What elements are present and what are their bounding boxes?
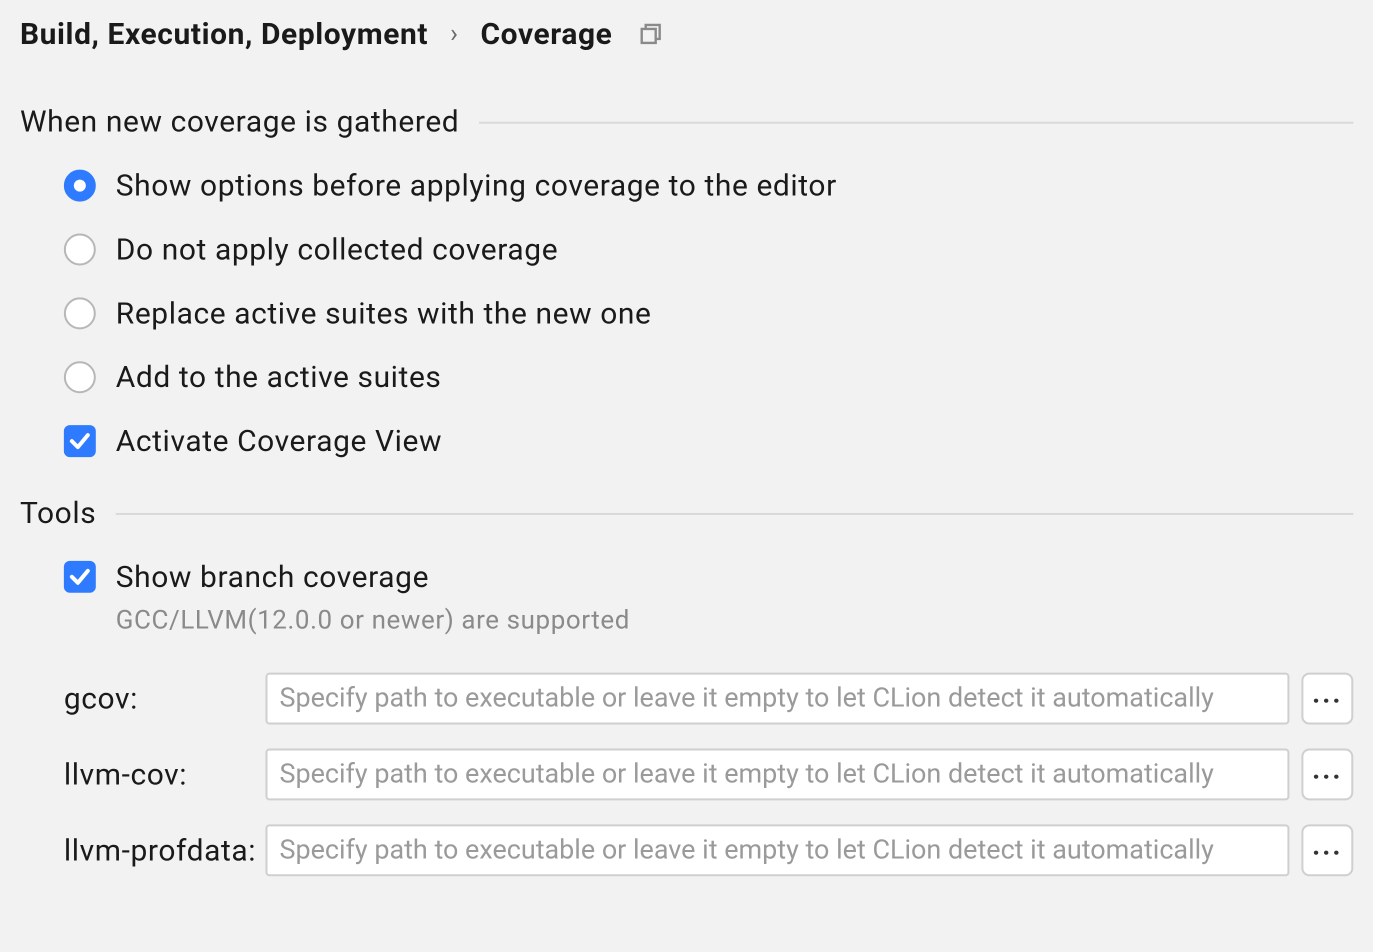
llvm-profdata-input[interactable] <box>265 824 1289 876</box>
llvm-cov-label: llvm-cov: <box>64 756 254 792</box>
radio-icon <box>64 361 96 393</box>
radio-replace-suites[interactable]: Replace active suites with the new one <box>64 295 1353 331</box>
breadcrumb-parent[interactable]: Build, Execution, Deployment <box>20 16 428 52</box>
gcov-browse-button[interactable]: ... <box>1301 673 1353 725</box>
radio-label: Add to the active suites <box>116 359 442 395</box>
radio-label: Do not apply collected coverage <box>116 232 558 268</box>
llvm-profdata-browse-button[interactable]: ... <box>1301 824 1353 876</box>
section-title: Tools <box>20 495 96 531</box>
radio-label: Replace active suites with the new one <box>116 295 652 331</box>
chevron-right-icon: › <box>446 19 462 49</box>
radio-label: Show options before applying coverage to… <box>116 168 837 204</box>
radio-add-suites[interactable]: Add to the active suites <box>64 359 1353 395</box>
breadcrumb-current: Coverage <box>480 16 612 52</box>
section-title: When new coverage is gathered <box>20 104 459 140</box>
gcov-input[interactable] <box>265 673 1289 725</box>
llvm-cov-browse-button[interactable]: ... <box>1301 749 1353 801</box>
checkbox-icon <box>64 425 96 457</box>
checkbox-show-branch-coverage[interactable]: Show branch coverage <box>64 559 1353 595</box>
divider <box>116 512 1353 514</box>
tool-paths: gcov: ... llvm-cov: ... llvm-profdata: .… <box>64 673 1353 877</box>
section-header: Tools <box>20 495 1353 531</box>
section-when-gathered: When new coverage is gathered Show optio… <box>20 104 1353 459</box>
checkbox-label: Activate Coverage View <box>116 423 442 459</box>
checkbox-icon <box>64 561 96 593</box>
settings-panel: Build, Execution, Deployment › Coverage … <box>0 0 1373 952</box>
divider <box>479 121 1353 123</box>
gcov-label: gcov: <box>64 681 254 717</box>
section-tools: Tools Show branch coverage GCC/LLVM(12.0… <box>20 495 1353 876</box>
branch-coverage-hint: GCC/LLVM(12.0.0 or newer) are supported <box>116 607 1354 637</box>
checkbox-label: Show branch coverage <box>116 559 429 595</box>
llvm-cov-input[interactable] <box>265 749 1289 801</box>
radio-do-not-apply[interactable]: Do not apply collected coverage <box>64 232 1353 268</box>
radio-icon <box>64 297 96 329</box>
breadcrumb: Build, Execution, Deployment › Coverage <box>20 16 1353 52</box>
section-header: When new coverage is gathered <box>20 104 1353 140</box>
radio-icon <box>64 234 96 266</box>
radio-icon <box>64 170 96 202</box>
restore-window-icon[interactable] <box>638 22 662 46</box>
radio-show-options[interactable]: Show options before applying coverage to… <box>64 168 1353 204</box>
llvm-profdata-label: llvm-profdata: <box>64 832 254 868</box>
checkbox-activate-coverage-view[interactable]: Activate Coverage View <box>64 423 1353 459</box>
